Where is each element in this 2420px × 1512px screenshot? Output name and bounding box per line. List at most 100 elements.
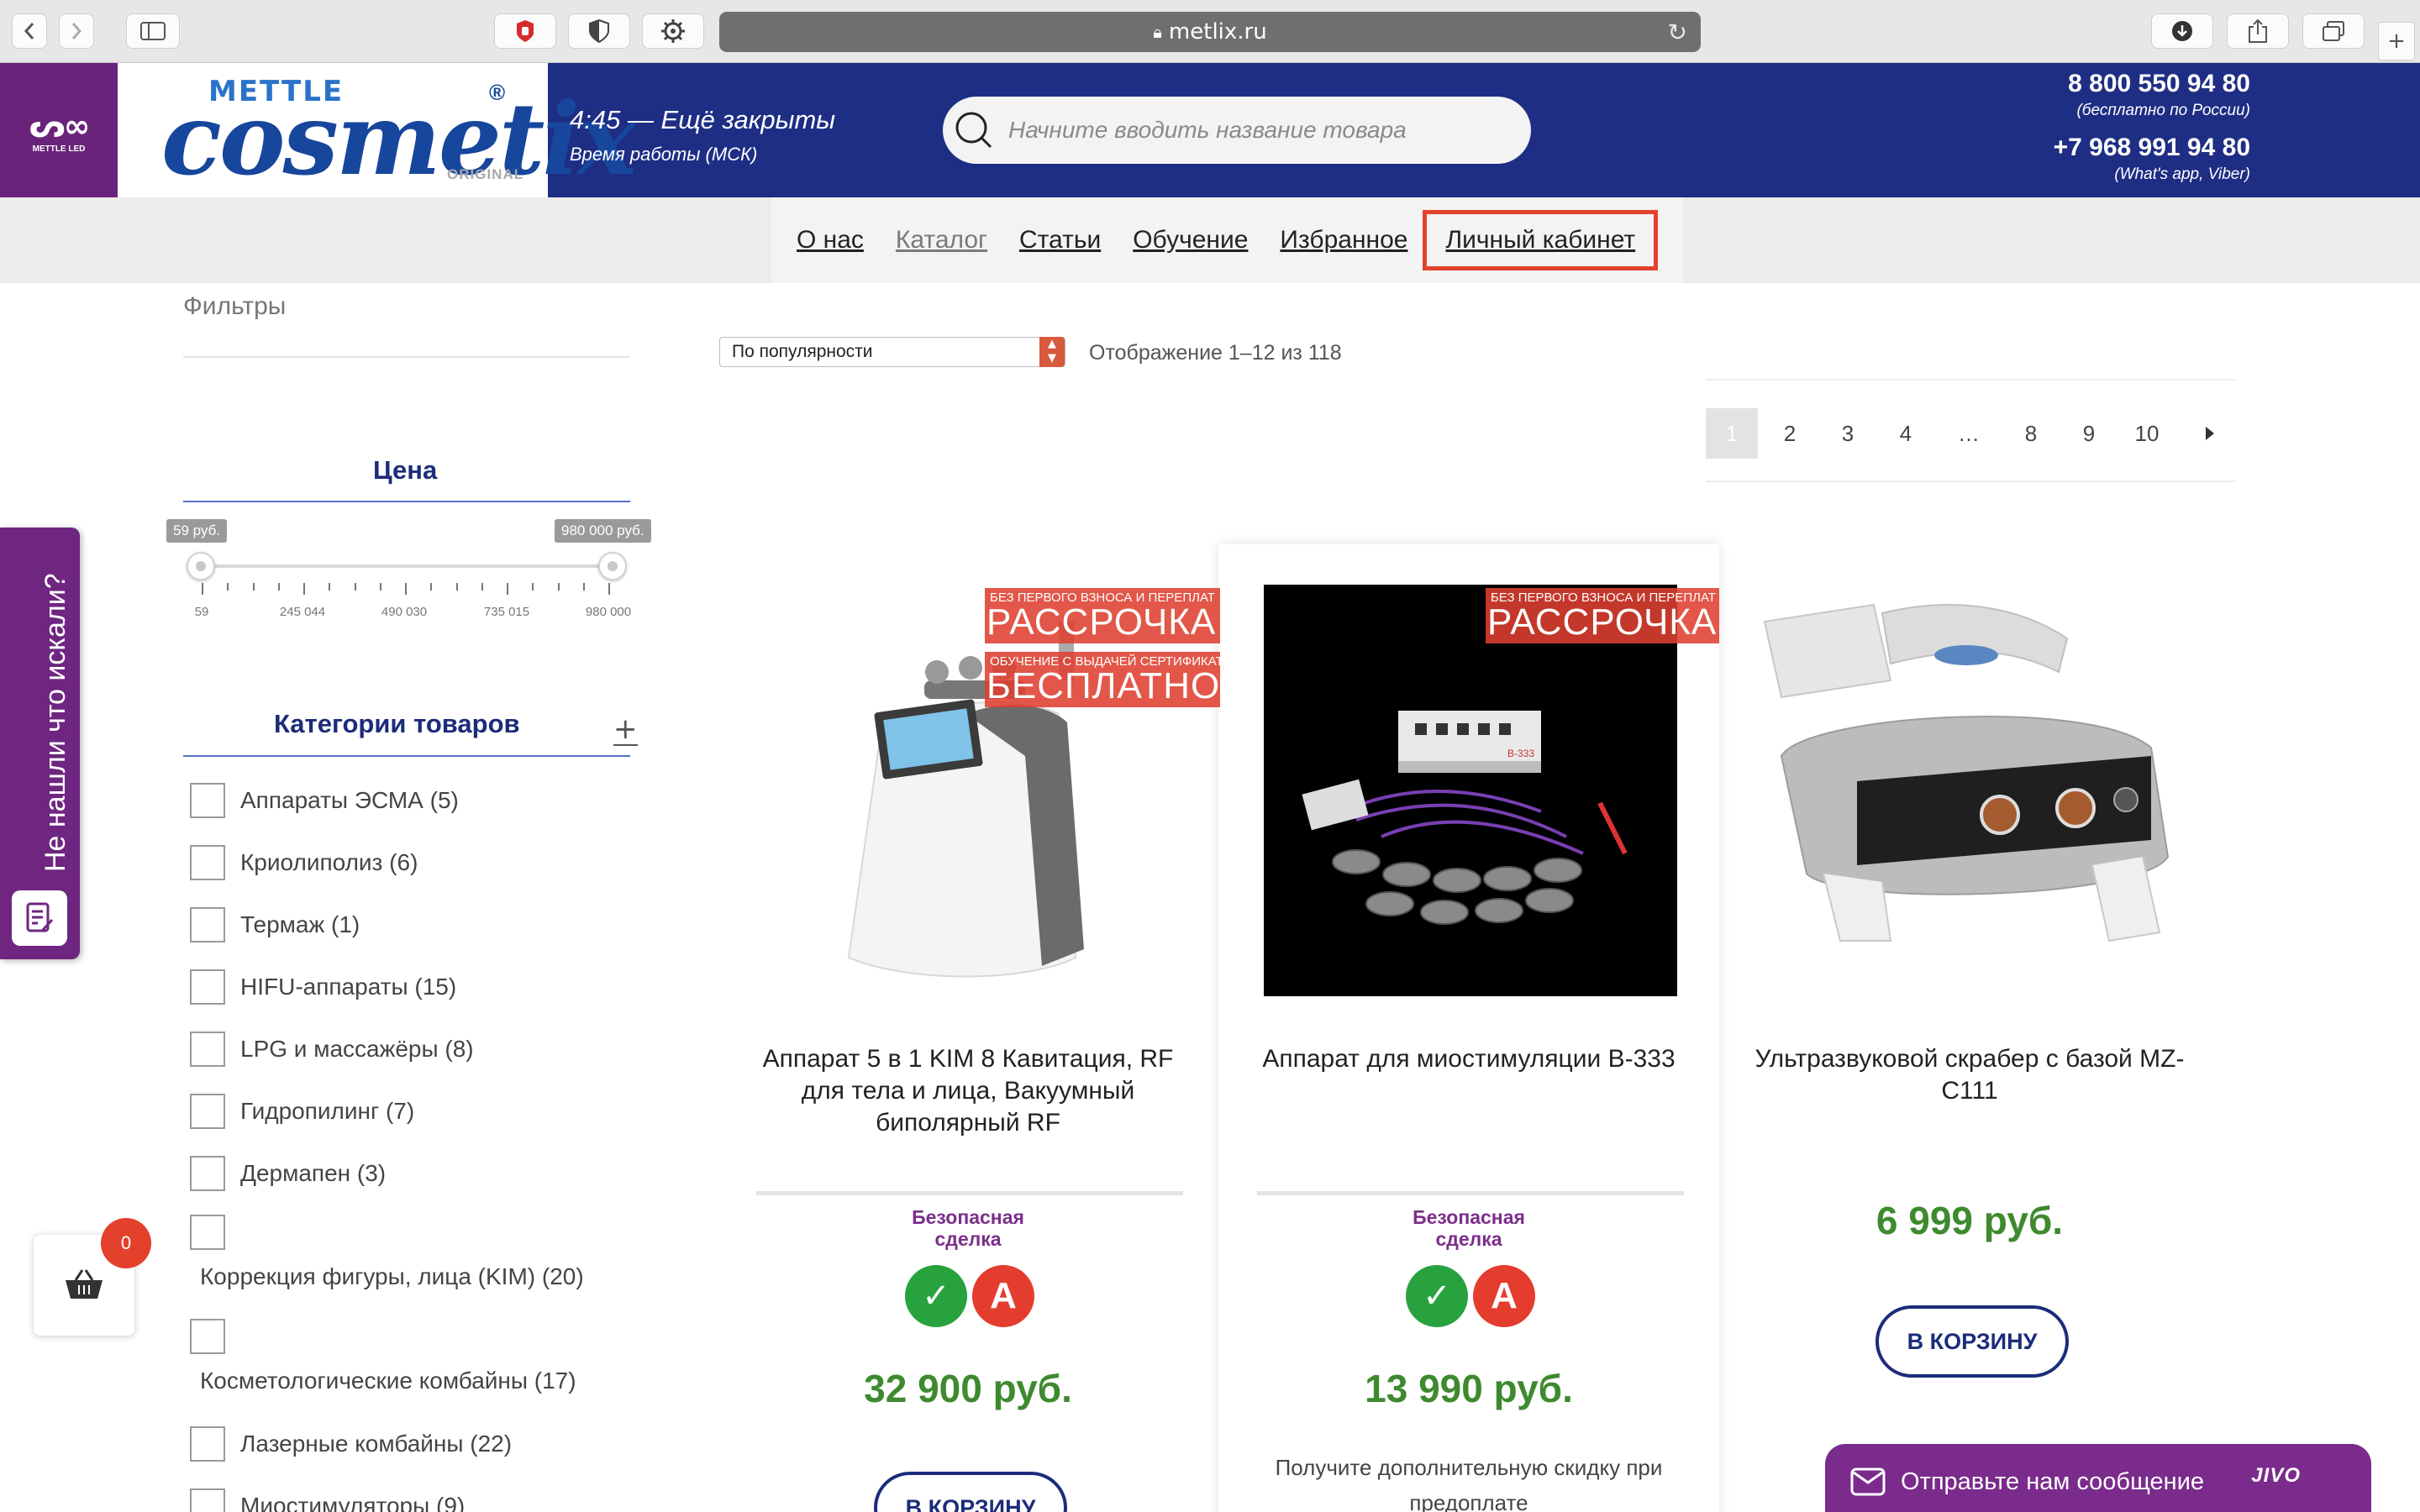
pagination-page[interactable]: 3	[1822, 408, 1874, 459]
add-to-cart-button[interactable]: В КОРЗИНУ	[874, 1472, 1067, 1512]
price-scale-label: 245 044	[279, 605, 326, 619]
address-bar[interactable]: 🔒︎ metlix.ru ↻	[719, 12, 1701, 52]
nav-item-account[interactable]: Личный кабинет	[1423, 210, 1659, 270]
category-checkbox[interactable]	[190, 845, 225, 880]
category-label: Лазерные комбайны (22)	[240, 1431, 513, 1457]
mettle-led-logo[interactable]: ᔕ∞ METTLE LED	[0, 63, 118, 197]
price-max-bubble: 980 000 руб.	[555, 519, 651, 543]
phone-number-messenger[interactable]: +7 968 991 94 80	[2054, 134, 2250, 162]
categories-title-underline	[183, 755, 630, 757]
category-checkbox[interactable]	[190, 907, 225, 942]
phone-number-free[interactable]: 8 800 550 94 80	[2068, 70, 2250, 98]
category-checkbox[interactable]	[190, 783, 225, 818]
price-scale-tick	[329, 583, 331, 591]
nav-item-about[interactable]: О нас	[797, 226, 864, 255]
store-hours-label: Время работы (МСК)	[570, 144, 758, 165]
product-title[interactable]: Аппарат 5 в 1 KIM 8 Кавитация, RF для те…	[750, 1043, 1186, 1139]
category-label: LPG и массажёры (8)	[240, 1036, 474, 1062]
product-search[interactable]	[943, 97, 1531, 164]
prepayment-promo: Получите дополнительную скидку при предо…	[1275, 1455, 1663, 1512]
price-title-underline	[183, 501, 630, 502]
product-image[interactable]: B-333	[1264, 585, 1677, 996]
nav-item-articles[interactable]: Статьи	[1019, 226, 1101, 255]
categories-title: Категории товаров	[274, 709, 520, 738]
chat-widget-label: Отправьте нам сообщение	[1901, 1467, 2205, 1495]
form-icon	[12, 890, 67, 946]
downloads-button[interactable]	[2151, 13, 2213, 49]
price-scale-tick	[227, 583, 229, 591]
product-image[interactable]	[773, 588, 1223, 1000]
tabs-overview-button[interactable]	[2302, 13, 2365, 49]
category-item[interactable]: Лазерные комбайны (22)	[190, 1426, 512, 1462]
pagination-page[interactable]: 4	[1880, 408, 1932, 459]
category-item[interactable]: Криолиполиз (6)	[190, 845, 418, 880]
chevron-right-icon	[71, 23, 82, 39]
category-item[interactable]: Миостимуляторы (9)	[190, 1488, 465, 1512]
pagination-page[interactable]: 2	[1764, 408, 1816, 459]
price-slider-min-handle[interactable]	[187, 552, 215, 580]
category-item[interactable]: Гидропилинг (7)	[190, 1094, 414, 1129]
nav-item-catalog[interactable]: Каталог	[896, 226, 987, 255]
filters-divider	[183, 356, 630, 358]
settings-extension-button[interactable]	[642, 13, 704, 49]
sort-select[interactable]: По популярности ▲ ▼	[719, 337, 1065, 367]
nav-item-favorites[interactable]: Избранное	[1280, 226, 1407, 255]
categories-expand-toggle[interactable]: +	[613, 712, 638, 746]
sidebar-toggle-button[interactable]	[126, 13, 180, 49]
category-label[interactable]: Коррекция фигуры, лица (KIM) (20)	[200, 1263, 584, 1290]
category-checkbox[interactable]	[190, 1488, 225, 1512]
pagination-page[interactable]: 9	[2063, 408, 2115, 459]
pagination-page[interactable]: 10	[2121, 408, 2173, 459]
share-button[interactable]	[2227, 13, 2289, 49]
forward-button[interactable]	[59, 13, 94, 49]
adblock-extension-button[interactable]	[494, 13, 556, 49]
category-label: Термаж (1)	[240, 911, 360, 937]
category-checkbox[interactable]	[190, 1032, 225, 1067]
category-checkbox[interactable]	[190, 1215, 225, 1250]
reload-icon[interactable]: ↻	[1668, 18, 1687, 46]
search-input[interactable]	[1008, 117, 1479, 144]
category-label[interactable]: Косметологические комбайны (17)	[200, 1368, 576, 1394]
price-slider-track[interactable]	[200, 564, 613, 568]
alfabank-icon: А	[1473, 1265, 1535, 1327]
category-item[interactable]: Термаж (1)	[190, 907, 360, 942]
price-slider-max-handle[interactable]	[598, 552, 627, 580]
chat-widget[interactable]: Отправьте нам сообщение JIVO	[1825, 1444, 2371, 1512]
category-checkbox[interactable]	[190, 1156, 225, 1191]
category-item[interactable]: Аппараты ЭСМА (5)	[190, 783, 459, 818]
price-scale-label: 490 030	[381, 605, 428, 619]
category-item[interactable]: LPG и массажёры (8)	[190, 1032, 474, 1067]
mettle-led-mark-icon: ᔕ∞	[29, 107, 91, 144]
phone-note-messenger: (What's app, Viber)	[2114, 165, 2250, 183]
lock-icon: 🔒︎	[1153, 22, 1162, 42]
category-checkbox[interactable]	[190, 1426, 225, 1462]
pagination-next-button[interactable]	[2185, 408, 2235, 459]
privacy-extension-button[interactable]	[568, 13, 630, 49]
sort-select-value: По популярности	[732, 342, 873, 361]
back-button[interactable]	[12, 13, 47, 49]
category-label: Криолиполиз (6)	[240, 849, 418, 875]
price-scale-tick	[379, 583, 381, 591]
search-icon[interactable]	[953, 109, 995, 151]
pagination-ellipsis: …	[1943, 408, 1995, 459]
category-item[interactable]: HIFU-аппараты (15)	[190, 969, 456, 1005]
pagination-page-current[interactable]: 1	[1706, 408, 1758, 459]
category-checkbox[interactable]	[190, 969, 225, 1005]
pagination-page[interactable]: 8	[2005, 408, 2057, 459]
product-image[interactable]	[1756, 588, 2202, 966]
pagination-bottom-rule	[1706, 480, 2235, 482]
category-item[interactable]: Дермапен (3)	[190, 1156, 386, 1191]
product-title[interactable]: Аппарат для миостимуляции B-333	[1250, 1043, 1687, 1075]
new-tab-button[interactable]: +	[2378, 22, 2415, 60]
product-title[interactable]: Ультразвуковой скрабер с базой MZ-C111	[1751, 1043, 2188, 1107]
nav-item-training[interactable]: Обучение	[1133, 226, 1248, 255]
price-min-bubble: 59 руб.	[166, 519, 228, 543]
add-to-cart-button[interactable]: В КОРЗИНУ	[1876, 1305, 2069, 1378]
cosmetix-logo[interactable]: METTLE cosmetix ® ORIGINAL	[118, 63, 637, 197]
safe-deal-label: Безопасная сделка	[912, 1206, 1024, 1250]
feedback-side-tab[interactable]: Не нашли что искали?	[0, 528, 80, 959]
alfabank-icon: А	[972, 1265, 1034, 1327]
product-price: 6 999 руб.	[1876, 1199, 2064, 1242]
category-checkbox[interactable]	[190, 1094, 225, 1129]
category-checkbox[interactable]	[190, 1319, 225, 1354]
